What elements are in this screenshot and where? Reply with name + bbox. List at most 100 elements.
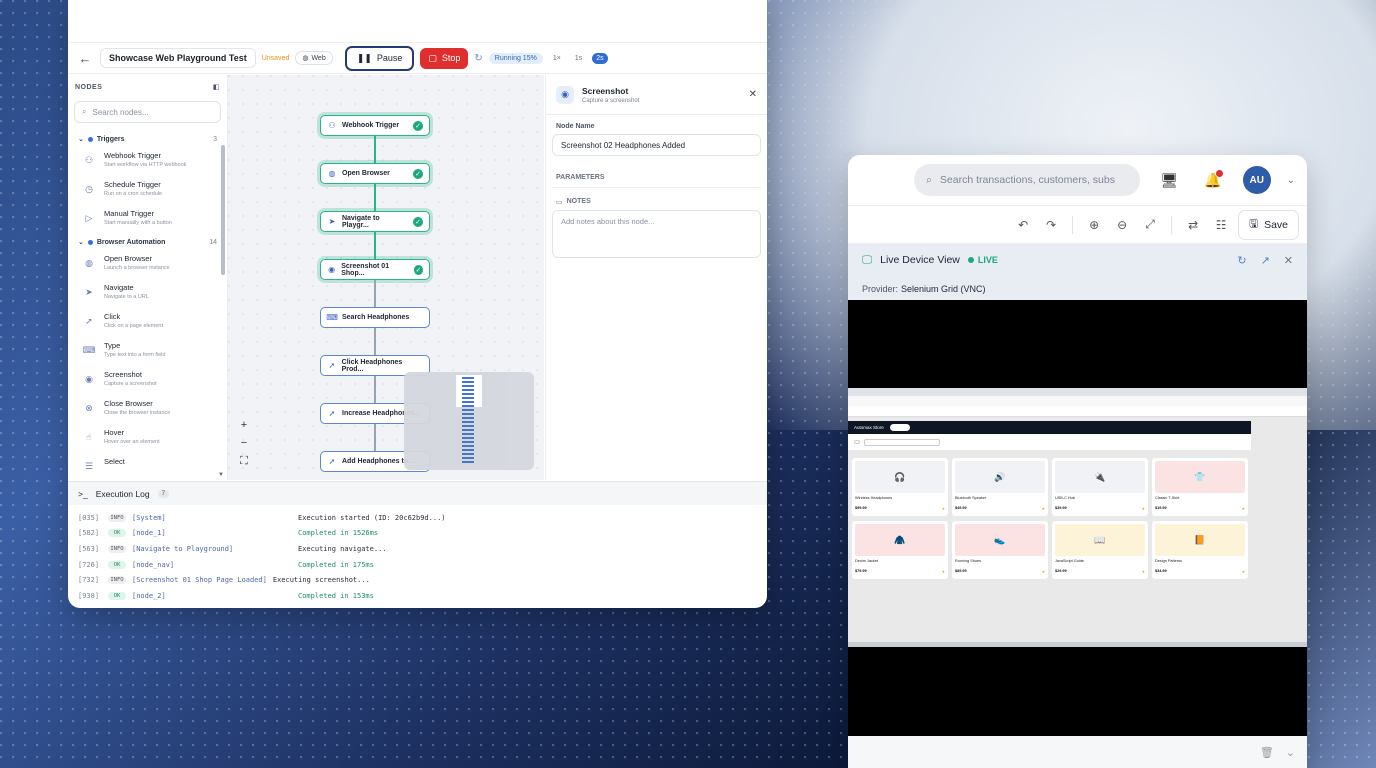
check-icon: ✓ bbox=[413, 216, 423, 227]
zoom-in-icon[interactable]: ⊕ bbox=[1083, 218, 1105, 232]
node-item-desc: Run on a cron schedule bbox=[104, 191, 163, 197]
product-price: $49.99 bbox=[955, 506, 967, 510]
stop-label: Stop bbox=[441, 53, 461, 63]
provider-info: Provider: Selenium Grid (VNC) bbox=[848, 276, 1307, 302]
node-item[interactable]: ➚ Click Click on a page element bbox=[68, 308, 227, 337]
product-price-row: $49.99 ★ bbox=[955, 506, 1045, 511]
chevron-down-icon[interactable]: ⌄ bbox=[1287, 175, 1295, 186]
expand-icon[interactable]: ⤢ bbox=[1139, 217, 1161, 232]
flow-node[interactable]: ⌨ Search Headphones bbox=[320, 307, 430, 328]
refresh-icon[interactable]: ↻ bbox=[1237, 254, 1246, 267]
node-item[interactable]: ⊗ Close Browser Close the browser instance bbox=[68, 395, 227, 424]
global-search-input[interactable]: ⌕ Search transactions, customers, subs bbox=[914, 164, 1140, 196]
external-link-icon[interactable]: ↗ bbox=[1261, 254, 1270, 267]
list-view-icon[interactable]: ☷ bbox=[1210, 218, 1232, 232]
execution-log: [035] INFO [System] Execution started (ID: … bbox=[68, 506, 767, 608]
node-item[interactable]: ☝ Hover Hover over an element bbox=[68, 424, 227, 453]
flow-node-label: Navigate to Playgr... bbox=[341, 214, 380, 229]
undo-icon[interactable]: ↶ bbox=[1012, 218, 1034, 232]
category-dot bbox=[87, 136, 93, 142]
category-0[interactable]: ⌄ Triggers 3 bbox=[68, 131, 227, 147]
sidebar-scrollbar[interactable] bbox=[221, 145, 225, 275]
pause-label: Pause bbox=[376, 53, 403, 63]
workflow-canvas[interactable]: ⚇ Webhook Trigger ✓ ◍ Open Browser ✓ ➤ Navigate… bbox=[228, 75, 544, 480]
redo-icon[interactable]: ↷ bbox=[1040, 218, 1062, 232]
pointer-icon: ☝ bbox=[86, 431, 92, 442]
zoom-in-icon[interactable]: + bbox=[236, 417, 252, 433]
node-item[interactable]: ☰ Select bbox=[68, 453, 227, 482]
log-count-badge: 7 bbox=[157, 489, 169, 498]
product-name: JavaScript Guide bbox=[1055, 559, 1084, 563]
chevron-down-icon[interactable]: ⌄ bbox=[1286, 746, 1295, 759]
node-item[interactable]: ▷ Manual Trigger Start manually with a but… bbox=[68, 205, 227, 234]
node-item[interactable]: ⌨ Type Type text into a form field bbox=[68, 337, 227, 366]
node-name-field[interactable]: Screenshot 02 Headphones Added bbox=[552, 134, 761, 156]
category-1[interactable]: ⌄ Browser Automation 14 bbox=[68, 234, 227, 250]
log-timestamp: [938] bbox=[78, 591, 100, 600]
send-icon: ➤ bbox=[328, 217, 336, 226]
flow-node[interactable]: ➤ Navigate to Playgr... ✓ bbox=[320, 211, 430, 232]
product-name: Design Patterns bbox=[1155, 559, 1183, 563]
log-source: [node_1] bbox=[132, 529, 166, 538]
flow-node[interactable]: ◉ Screenshot 01 Shop... ✓ bbox=[320, 259, 430, 280]
flow-node-label: Open Browser bbox=[342, 170, 390, 177]
node-item[interactable]: ◉ Screenshot Capture a screenshot bbox=[68, 366, 227, 395]
terminal-icon: >_ bbox=[78, 488, 88, 499]
node-item[interactable]: ⚇ Webhook Trigger Start workflow via HTTP … bbox=[68, 147, 227, 176]
zoom-out-icon[interactable]: − bbox=[236, 435, 252, 451]
bell-icon[interactable]: 🔔 bbox=[1199, 169, 1227, 189]
remote-screen[interactable]: Automax Store 🎧 Wireless Headphones $99.99… bbox=[848, 300, 1307, 736]
device-view-title: Live Device View bbox=[880, 254, 960, 266]
browser-infobar bbox=[848, 406, 1307, 417]
platform-tag[interactable]: ◍ Web bbox=[295, 51, 333, 65]
node-item-desc: Start manually with a button bbox=[104, 220, 172, 226]
live-badge: LIVE bbox=[967, 255, 998, 265]
note-icon: ▭ bbox=[556, 199, 563, 206]
minimap[interactable] bbox=[404, 372, 534, 470]
panel-footer: 🗑 ⌄ bbox=[848, 736, 1307, 768]
speed-option-1s[interactable]: 1s bbox=[571, 53, 586, 64]
avatar[interactable]: AU bbox=[1242, 166, 1271, 194]
zoom-out-icon[interactable]: ⊖ bbox=[1111, 218, 1133, 232]
back-arrow-icon[interactable]: ← bbox=[76, 49, 94, 67]
keyboard-icon: ⌨ bbox=[326, 313, 338, 322]
scroll-down-icon[interactable]: ▼ bbox=[218, 472, 224, 478]
log-message: Completed in 153ms bbox=[298, 591, 374, 600]
shop-navbar: Automax Store bbox=[848, 421, 1251, 434]
execution-log-header[interactable]: >_ Execution Log 7 bbox=[68, 481, 767, 505]
log-message: Completed in 1526ms bbox=[298, 529, 379, 538]
category-count: 3 bbox=[213, 135, 217, 143]
monitor-icon[interactable]: 🖥 bbox=[1156, 172, 1184, 189]
save-button[interactable]: 🖫 Save bbox=[1238, 209, 1299, 240]
node-item-title: Select bbox=[104, 457, 125, 466]
node-item-title: Close Browser bbox=[104, 399, 153, 408]
speed-option-2s[interactable]: 2s bbox=[592, 52, 608, 64]
notes-textarea[interactable]: Add notes about this node... bbox=[552, 210, 761, 258]
editor-toolbar: ← Showcase Web Playground Test Unsaved ◍… bbox=[68, 42, 767, 74]
clock-icon: ◷ bbox=[85, 183, 93, 194]
flow-node[interactable]: ⚇ Webhook Trigger ✓ bbox=[320, 115, 430, 136]
log-level-badge: OK bbox=[108, 529, 126, 538]
close-icon[interactable]: ✕ bbox=[749, 89, 757, 100]
swap-icon[interactable]: ⇄ bbox=[1182, 218, 1204, 232]
running-status-badge: Running 15% bbox=[488, 52, 543, 64]
flow-node[interactable]: ◍ Open Browser ✓ bbox=[320, 163, 430, 184]
workflow-name[interactable]: Showcase Web Playground Test bbox=[100, 48, 256, 68]
pause-button[interactable]: ❚❚ Pause bbox=[344, 45, 415, 71]
flow-edge bbox=[374, 376, 376, 403]
fit-view-icon[interactable]: ⛶ bbox=[236, 453, 252, 469]
node-item[interactable]: ◷ Schedule Trigger Run on a cron schedule bbox=[68, 176, 227, 205]
node-search-input[interactable]: ⌕ Search nodes... bbox=[74, 101, 221, 123]
speed-option-1x[interactable]: 1× bbox=[549, 53, 565, 64]
close-icon[interactable]: ✕ bbox=[1284, 254, 1293, 267]
provider-value: Selenium Grid (VNC) bbox=[901, 284, 986, 294]
product-price-row: $79.99 ★ bbox=[855, 569, 945, 574]
stop-button[interactable]: ▢ Stop bbox=[420, 47, 469, 69]
node-item[interactable]: ◍ Open Browser Launch a browser instance bbox=[68, 250, 227, 279]
node-item[interactable]: ➤ Navigate Navigate to a URL bbox=[68, 279, 227, 308]
trash-icon[interactable]: 🗑 bbox=[1260, 746, 1274, 759]
chevron-down-icon: ⌄ bbox=[78, 239, 84, 246]
pause-icon: ❚❚ bbox=[356, 52, 372, 63]
collapse-panel-icon[interactable]: ◧ bbox=[213, 83, 220, 91]
globe-icon: ◍ bbox=[328, 169, 336, 178]
